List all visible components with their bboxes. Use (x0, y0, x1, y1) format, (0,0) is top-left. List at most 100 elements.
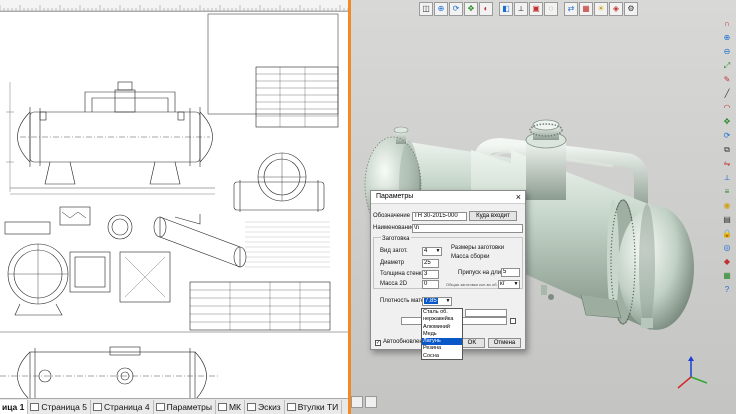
measure-icon[interactable]: ⟂ (514, 2, 528, 16)
sheet-tab-bar: ица 1 Страница 5 Страница 4 Параметры МК Эски… (0, 398, 348, 414)
zoom-icon[interactable]: ⊕ (434, 2, 448, 16)
wall-thickness-label: Толщина стенки (380, 271, 425, 277)
eye-icon[interactable]: ◎ (721, 242, 733, 253)
dropdown-option[interactable]: Резина (422, 345, 462, 352)
model-tree-icon[interactable] (351, 396, 363, 408)
chevron-down-icon: ▼ (445, 298, 451, 304)
sheet-tab[interactable]: МК (216, 399, 245, 414)
sheet-page-icon (246, 402, 256, 411)
cancel-button[interactable]: Отмена (488, 338, 521, 348)
bottom-left-icons (351, 396, 381, 414)
shading-icon[interactable]: ◐ (479, 2, 493, 16)
sheet-tab[interactable]: Страница 5 (28, 399, 91, 414)
settings-icon[interactable]: ⚙ (624, 2, 638, 16)
designation-field[interactable]: ТН 30-2015-000 (412, 212, 467, 221)
material-icon[interactable]: ◆ (721, 256, 733, 267)
right-side-toolbar: ∩ ⊕ ⊖ ⤢ ✎ ╱ ◠ ✥ ⟳ ⧉ ⇋ ⟂ ≡ ◉ ▤ 🔒 ◎ ◆ ▦? (721, 18, 734, 295)
close-icon[interactable]: × (516, 192, 521, 202)
section-icon[interactable]: ◧ (499, 2, 513, 16)
chevron-down-icon: ▼ (513, 281, 519, 287)
layers-icon[interactable] (365, 396, 377, 408)
box-icon[interactable]: ▣ (529, 2, 543, 16)
fit-icon[interactable]: ⤢ (721, 60, 733, 71)
sheet-page-icon (30, 402, 40, 411)
designation-label: Обозначение (373, 213, 411, 219)
dropdown-option[interactable]: Алюминий (422, 324, 462, 331)
dropdown-option[interactable]: Медь (422, 331, 462, 338)
hide-icon[interactable]: ◌ (544, 2, 558, 16)
sheet-tab[interactable]: Параметры (154, 399, 216, 414)
mirror-icon[interactable]: ⇋ (721, 158, 733, 169)
grid-icon[interactable]: ▦ (721, 270, 733, 281)
wall-thickness-field[interactable]: 3 (422, 270, 439, 279)
color-icon[interactable]: ◉ (721, 200, 733, 211)
chevron-down-icon: ▼ (435, 248, 441, 254)
pan-icon[interactable]: ✥ (464, 2, 478, 16)
render-icon[interactable]: ◈ (609, 2, 623, 16)
allowance-field[interactable]: 5 (501, 268, 520, 277)
top-ruler (0, 0, 348, 12)
view-select-icon[interactable]: ◫ (419, 2, 433, 16)
extra-field-1[interactable] (465, 309, 507, 317)
drawing-pane[interactable]: ица 1 Страница 5 Страница 4 Параметры МК Эски… (0, 0, 348, 414)
rotate-icon[interactable]: ⟳ (721, 130, 733, 141)
auto-update-checkbox[interactable]: ✓ (375, 340, 381, 346)
sheet-tab-label: Эскиз (257, 401, 281, 412)
sheet-page-icon (286, 402, 296, 411)
arc-icon[interactable]: ◠ (721, 102, 733, 113)
help-icon[interactable]: ? (721, 284, 733, 295)
magnet-icon[interactable]: ∩ (721, 18, 733, 29)
sheet-tab-label: ица 1 (2, 401, 25, 412)
mass-field[interactable]: 0 (422, 280, 439, 289)
dialog-title-bar: Параметры × (371, 191, 525, 204)
sheet-tab[interactable]: Эскиз (245, 399, 285, 414)
sheet-tab-label: МК (228, 401, 241, 412)
diameter-field[interactable]: 25 (422, 259, 439, 268)
density-combo[interactable]: 7.85 ▼ (422, 297, 452, 306)
zoom-out-icon[interactable]: ⊖ (721, 46, 733, 57)
mass-label: Масса 2D (380, 281, 408, 287)
dropdown-option[interactable]: Латунь (422, 338, 462, 346)
name-field[interactable]: \n (412, 224, 523, 233)
copy-icon[interactable]: ⧉ (721, 144, 733, 155)
axis-triad (677, 356, 708, 389)
light-icon[interactable]: ☀ (594, 2, 608, 16)
blank-type-label: Вид загот. (380, 248, 408, 254)
sheet-page-icon (155, 402, 165, 411)
zoom-in-icon[interactable]: ⊕ (721, 32, 733, 43)
lock-icon[interactable]: 🔒 (721, 228, 733, 239)
sheet-tab-label: Страница 4 (104, 401, 150, 412)
density-value: 7.85 (424, 298, 438, 304)
sheet-page-icon (217, 402, 227, 411)
rotate-icon[interactable]: ⟳ (449, 2, 463, 16)
dialog-title: Параметры (376, 193, 414, 200)
properties-icon[interactable]: ▤ (721, 214, 733, 225)
sheet-tab[interactable]: ица 1 (0, 399, 29, 414)
sheet-tab[interactable]: Втулки ТИ (285, 399, 343, 414)
unit-combo[interactable]: кг ▼ (498, 280, 520, 289)
line-icon[interactable]: ╱ (721, 88, 733, 99)
dropdown-option[interactable]: нержавейка (422, 316, 462, 323)
sheet-tab[interactable]: Страница 4 (91, 399, 154, 414)
part-of-button[interactable]: Куда входит (469, 211, 517, 221)
blank-type-value: 4 (424, 248, 428, 254)
sheet-page-icon (93, 402, 102, 411)
dropdown-option[interactable]: Сосна (422, 353, 462, 360)
sheet-tab-label: Втулки ТИ (297, 401, 339, 412)
pen-icon[interactable]: ✎ (721, 74, 733, 85)
blank-group-label: Заготовка (381, 236, 411, 242)
assembly-mass-label: Масса сборки (451, 254, 490, 260)
extra-checkbox[interactable] (510, 318, 516, 324)
blank-params-label: Размеры заготовки (451, 245, 505, 251)
material-dropdown-list: Сталь об. нержавейка Алюминий Медь Латунь Рез… (421, 308, 463, 360)
total-length-label: Общая заготовки кол-во об. (446, 282, 498, 287)
view-toolbar: ◫ ⊕ ⟳ ✥ ◐ ◧ ⟂ ▣ ◌ ⇄ ▦ ☀ ◈ ⚙ (419, 2, 638, 18)
cube-icon[interactable]: ▦ (579, 2, 593, 16)
measure-icon[interactable]: ⟂ (721, 172, 733, 183)
orient-icon[interactable]: ⇄ (564, 2, 578, 16)
move-icon[interactable]: ✥ (721, 116, 733, 127)
layer-icon[interactable]: ≡ (721, 186, 733, 197)
sheet-tab-label: Параметры (166, 401, 212, 412)
blank-type-combo[interactable]: 4 ▼ (422, 247, 442, 256)
engineering-drawing (0, 13, 348, 398)
